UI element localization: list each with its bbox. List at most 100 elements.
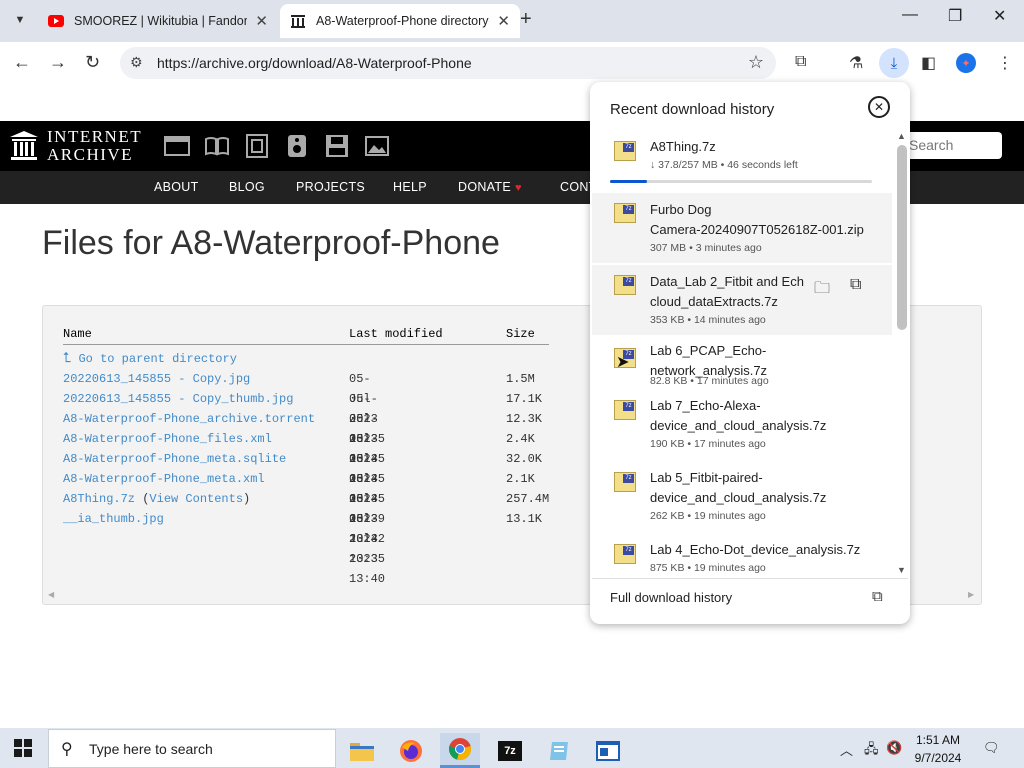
file-link[interactable]: 20220613_145855 - Copy_thumb.jpg [63, 392, 293, 406]
profile-avatar[interactable]: ✦ [956, 53, 976, 73]
file-size: 13.1K [506, 512, 543, 526]
texts-book-icon[interactable] [204, 134, 230, 158]
file-modified: 05-Jul-2023 13:40 [349, 512, 386, 586]
nav-contact[interactable]: CONTACT US [560, 180, 590, 194]
file-row: A8-Waterproof-Phone_meta.sqlite 05-Jul-20… [63, 449, 542, 526]
archive-file-icon [614, 141, 636, 161]
close-icon[interactable]: ✕ [255, 12, 268, 30]
open-external-icon[interactable]: ⧉ [872, 588, 883, 605]
tab-title: A8-Waterproof-Phone directory [316, 14, 489, 28]
archive-logo-icon[interactable] [10, 131, 38, 161]
reload-button[interactable]: ↻ [85, 52, 100, 73]
download-item-hovered[interactable]: Data_Lab 2_Fitbit and Ech cloud_dataExtr… [592, 265, 892, 335]
col-header-name: Name [63, 327, 92, 341]
scroll-right-arrow-icon[interactable]: ▶ [968, 590, 974, 599]
header-divider [63, 344, 549, 345]
address-bar[interactable]: ⚙ https://archive.org/download/A8-Waterp… [120, 47, 776, 79]
labs-flask-icon[interactable]: ⚗ [849, 53, 863, 73]
windows-start-icon[interactable] [14, 739, 32, 757]
download-item[interactable]: A8Thing.7z ↓ 37.8/257 MB • 46 seconds le… [592, 133, 892, 193]
forward-button[interactable]: → [49, 52, 67, 73]
taskbar-search-input[interactable]: ⚲ Type here to search [48, 729, 336, 768]
file-row: A8-Waterproof-Phone_files.xml 05-Jul-2023… [63, 429, 535, 506]
bookmark-star-icon[interactable]: ☆ [748, 52, 764, 73]
col-header-size: Size [506, 327, 535, 341]
tab-archive[interactable]: A8-Waterproof-Phone directory ✕ [280, 4, 520, 38]
window-close-button[interactable]: ✕ [993, 6, 1006, 26]
view-contents-link[interactable]: View Contents [149, 492, 243, 506]
heart-icon: ♥ [514, 182, 522, 194]
extensions-icon[interactable]: ⧉ [795, 53, 806, 71]
file-link[interactable]: A8Thing.7z [63, 492, 135, 506]
file-link[interactable]: A8-Waterproof-Phone_meta.xml [63, 472, 265, 486]
close-icon[interactable]: ✕ [497, 12, 510, 30]
web-icon[interactable] [164, 134, 190, 158]
audio-speaker-icon[interactable] [284, 134, 310, 158]
open-external-icon[interactable]: ⧉ [850, 276, 861, 294]
download-item[interactable]: Furbo Dog Camera-20240907T052618Z-001.zi… [592, 193, 892, 263]
file-size: 2.4K [506, 432, 535, 446]
scroll-down-arrow-icon[interactable]: ▼ [897, 565, 906, 575]
7zip-icon[interactable]: 7z [490, 733, 530, 768]
file-link[interactable]: 20220613_145855 - Copy.jpg [63, 372, 250, 386]
file-link[interactable]: A8-Waterproof-Phone_meta.sqlite [63, 452, 286, 466]
downloads-button[interactable]: ⤓ [879, 48, 909, 78]
nav-projects[interactable]: PROJECTS [296, 180, 365, 194]
archive-file-icon [614, 544, 636, 564]
file-row: __ia_thumb.jpg 05-Jul-2023 13:40 13.1K [63, 509, 542, 586]
nav-about[interactable]: ABOUT [154, 180, 199, 194]
download-item[interactable]: Lab 5_Fitbit-paired- device_and_cloud_an… [592, 464, 892, 532]
maximize-button[interactable]: ❐ [948, 6, 962, 26]
scroll-up-arrow-icon[interactable]: ▲ [897, 131, 906, 141]
show-in-folder-icon[interactable]: 🗀 [814, 277, 830, 304]
taskbar-clock[interactable]: 1:51 AM 9/7/2024 [905, 731, 971, 767]
file-size: 1.5M [506, 372, 535, 386]
archive-file-icon [614, 472, 636, 492]
download-progress-fill [610, 180, 647, 183]
chevron-up-icon[interactable]: ︿ [840, 740, 853, 759]
network-icon[interactable]: 🖧 [864, 740, 879, 762]
menu-kebab-icon[interactable]: ⋮ [997, 53, 1013, 73]
tab-search-button[interactable]: ▼ [8, 8, 32, 32]
tab-smoorez[interactable]: SMOOREZ | Wikitubia | Fandom ✕ [38, 4, 278, 38]
file-row: A8-Waterproof-Phone_archive.torrent 05-Ju… [63, 409, 542, 486]
side-panel-icon[interactable]: ◧ [921, 53, 936, 73]
archive-file-icon [614, 275, 636, 295]
parent-directory-row: ⮤ Go to parent directory [63, 349, 237, 369]
site-info-icon[interactable]: ⚙ [130, 54, 143, 71]
new-tab-button[interactable]: + [520, 8, 532, 31]
archive-file-icon [614, 203, 636, 223]
scrollbar-thumb[interactable] [897, 145, 907, 330]
scroll-left-arrow-icon[interactable]: ◀ [48, 590, 54, 599]
nav-help[interactable]: HELP [393, 180, 427, 194]
app-window-icon[interactable] [588, 733, 628, 768]
file-link[interactable]: __ia_thumb.jpg [63, 512, 164, 526]
download-item[interactable]: Lab 6_PCAP_Echo- network_analysis.7z 82.… [592, 337, 892, 389]
notepad-icon[interactable] [539, 733, 579, 768]
video-film-icon[interactable] [244, 134, 270, 158]
nav-donate[interactable]: DONATE ♥ [458, 180, 522, 194]
ia-search-input[interactable]: Search [895, 132, 1002, 159]
download-panel-title: Recent download history [610, 101, 775, 118]
file-link[interactable]: A8-Waterproof-Phone_files.xml [63, 432, 272, 446]
panel-divider [592, 578, 908, 579]
back-button[interactable]: ← [13, 52, 31, 73]
firefox-icon[interactable] [391, 733, 431, 768]
volume-muted-icon[interactable]: 🔇 [886, 740, 902, 756]
chrome-icon[interactable] [440, 733, 480, 768]
download-item[interactable]: Lab 7_Echo-Alexa- device_and_cloud_analy… [592, 392, 892, 460]
software-disk-icon[interactable] [324, 134, 350, 158]
parent-directory-link[interactable]: ⮤ Go to parent directory [63, 351, 237, 367]
file-link[interactable]: A8-Waterproof-Phone_archive.torrent [63, 412, 315, 426]
archive-logo-text[interactable]: INTERNET ARCHIVE [47, 128, 142, 164]
notification-icon[interactable]: 🗨 [983, 740, 1000, 756]
minimize-button[interactable]: — [902, 6, 918, 24]
mouse-cursor-icon: ➤ [616, 354, 630, 371]
download-item[interactable]: Lab 4_Echo-Dot_device_analysis.7z 875 KB… [592, 536, 892, 578]
nav-blog[interactable]: BLOG [229, 180, 265, 194]
full-download-history-link[interactable]: Full download history [610, 590, 732, 605]
close-icon[interactable]: ✕ [868, 96, 890, 118]
images-icon[interactable] [364, 134, 390, 158]
file-explorer-icon[interactable] [342, 733, 382, 768]
page-title: Files for A8-Waterproof-Phone [42, 224, 500, 262]
